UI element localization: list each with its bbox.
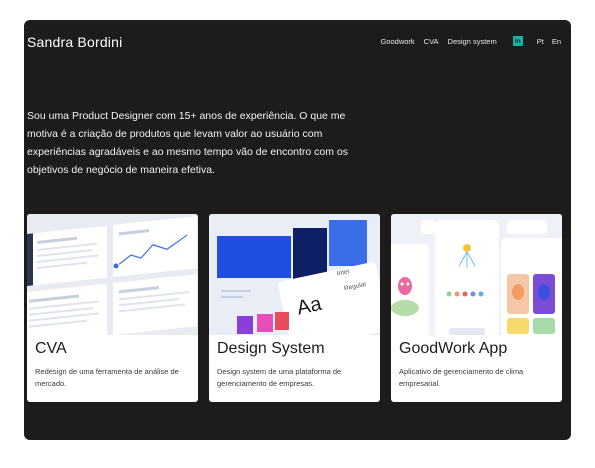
portfolio-frame: Sandra Bordini Goodwork CVA Design syste… <box>24 20 571 440</box>
card-title: GoodWork App <box>399 340 508 357</box>
nav: Goodwork CVA Design system in Pt En <box>371 36 561 46</box>
card-title: CVA <box>35 340 67 357</box>
site-brand[interactable]: Sandra Bordini <box>27 34 122 50</box>
nav-goodwork[interactable]: Goodwork <box>380 37 414 46</box>
intro-text: Sou uma Product Designer com 15+ anos de… <box>27 110 349 176</box>
project-cards: CVA Redesign de uma ferramenta de anális… <box>27 214 562 402</box>
card-description: Aplicativo de gerenciamento de clima emp… <box>399 367 524 388</box>
header: Sandra Bordini Goodwork CVA Design syste… <box>24 20 571 66</box>
nav-cva[interactable]: CVA <box>424 37 439 46</box>
monster-pink <box>398 277 412 295</box>
cva-thumbnail <box>27 214 198 335</box>
lang-en[interactable]: En <box>552 37 561 46</box>
project-card-design-system[interactable]: Aa Inter Regular Design System Design sy… <box>209 214 380 402</box>
card-description: Design system de uma plataforma de geren… <box>217 367 342 388</box>
project-card-goodwork[interactable]: GoodWork App Aplicativo de gerenciamento… <box>391 214 562 402</box>
project-card-cva[interactable]: CVA Redesign de uma ferramenta de anális… <box>27 214 198 402</box>
goodwork-thumbnail <box>391 214 562 335</box>
linkedin-icon[interactable]: in <box>512 36 523 46</box>
card-description: Redesign de uma ferramenta de análise de… <box>35 367 179 388</box>
design-system-thumbnail: Aa Inter Regular <box>209 214 380 335</box>
lang-pt[interactable]: Pt <box>537 37 544 46</box>
card-title: Design System <box>217 340 325 357</box>
nav-design-system[interactable]: Design system <box>448 37 497 46</box>
